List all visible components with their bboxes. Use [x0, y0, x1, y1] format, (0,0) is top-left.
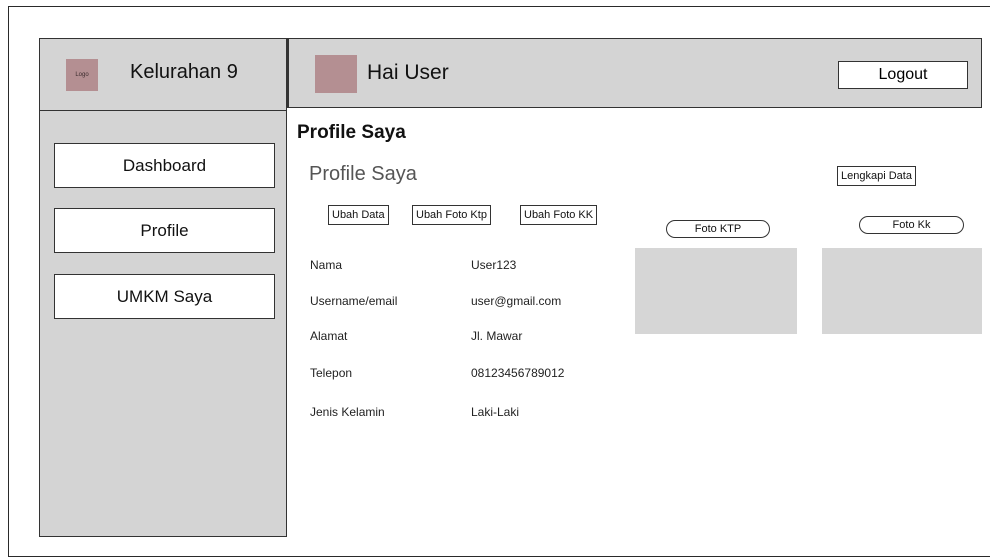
field-label-nama: Nama	[310, 258, 343, 272]
field-label-username: Username/email	[310, 294, 398, 308]
logo: Logo	[66, 59, 98, 91]
sidebar-item-profile[interactable]: Profile	[54, 208, 275, 253]
field-value-jenis-kelamin: Laki-Laki	[471, 405, 520, 419]
ktp-photo-button[interactable]: Foto KTP	[666, 220, 770, 238]
section-title: Profile Saya	[309, 163, 417, 185]
kk-photo-placeholder	[822, 248, 982, 334]
field-value-telepon: 08123456789012	[471, 366, 565, 380]
sidebar-item-umkm-saya[interactable]: UMKM Saya	[54, 274, 275, 319]
field-label-jenis-kelamin: Jenis Kelamin	[310, 405, 385, 419]
field-value-alamat: Jl. Mawar	[471, 329, 523, 343]
ktp-photo-placeholder	[635, 248, 797, 334]
sidebar-item-dashboard[interactable]: Dashboard	[54, 143, 275, 188]
field-label-alamat: Alamat	[310, 329, 348, 343]
field-value-nama: User123	[471, 258, 517, 272]
edit-ktp-photo-button[interactable]: Ubah Foto Ktp	[412, 205, 491, 225]
avatar	[315, 55, 357, 93]
complete-data-button[interactable]: Lengkapi Data	[837, 166, 916, 186]
sidebar: Logo Kelurahan 9 Dashboard Profile UMKM …	[39, 38, 287, 537]
edit-data-button[interactable]: Ubah Data	[328, 205, 389, 225]
page-title: Profile Saya	[297, 122, 406, 143]
sidebar-header: Logo Kelurahan 9	[40, 39, 286, 111]
logo-text: Logo	[75, 72, 89, 78]
edit-kk-photo-button[interactable]: Ubah Foto KK	[520, 205, 598, 225]
logout-button[interactable]: Logout	[838, 61, 968, 89]
brand-name: Kelurahan 9	[130, 61, 238, 83]
greeting-text: Hai User	[367, 61, 449, 84]
top-header: Hai User Logout	[287, 38, 982, 108]
field-value-username: user@gmail.com	[471, 294, 562, 308]
kk-photo-button[interactable]: Foto Kk	[859, 216, 964, 234]
field-label-telepon: Telepon	[310, 366, 353, 380]
